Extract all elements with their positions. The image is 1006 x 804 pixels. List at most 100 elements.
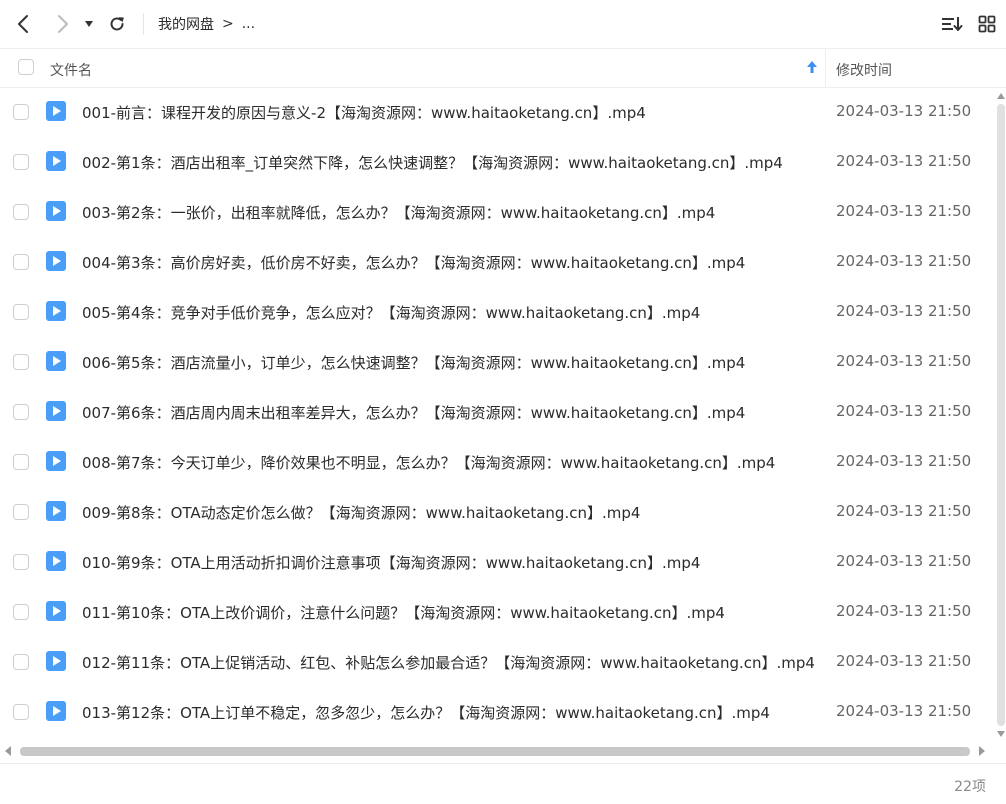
file-name[interactable]: 002-第1条：酒店出租率_订单突然下降，怎么快速调整？【海淘资源网：www.h…	[82, 152, 783, 173]
breadcrumb-root[interactable]: 我的网盘	[158, 14, 214, 34]
column-divider[interactable]	[825, 49, 826, 87]
file-row[interactable]: 004-第3条：高价房好卖，低价房不好卖，怎么办？【海淘资源网：www.hait…	[0, 237, 996, 287]
file-modified-time: 2024-03-13 21:50	[836, 702, 972, 720]
caret-down-icon	[85, 21, 93, 27]
video-file-icon	[46, 251, 66, 271]
sort-list-icon	[942, 17, 963, 31]
file-name[interactable]: 005-第4条：竞争对手低价竞争，怎么应对？【海淘资源网：www.haitaok…	[82, 302, 700, 323]
video-file-icon	[46, 701, 66, 721]
row-checkbox[interactable]	[13, 504, 29, 520]
row-checkbox[interactable]	[13, 354, 29, 370]
file-modified-time: 2024-03-13 21:50	[836, 302, 972, 320]
video-file-icon	[46, 201, 66, 221]
file-modified-time: 2024-03-13 21:50	[836, 652, 972, 670]
file-row[interactable]: 009-第8条：OTA动态定价怎么做？【海淘资源网：www.haitaoketa…	[0, 487, 996, 537]
row-checkbox[interactable]	[13, 554, 29, 570]
row-checkbox[interactable]	[13, 204, 29, 220]
item-count: 22项	[954, 779, 986, 795]
select-all-checkbox[interactable]	[18, 59, 34, 75]
file-modified-time: 2024-03-13 21:50	[836, 552, 972, 570]
file-row[interactable]: 013-第12条：OTA上订单不稳定，忽多忽少，怎么办？【海淘资源网：www.h…	[0, 687, 996, 737]
file-name[interactable]: 004-第3条：高价房好卖，低价房不好卖，怎么办？【海淘资源网：www.hait…	[82, 252, 745, 273]
file-row[interactable]: 002-第1条：酒店出租率_订单突然下降，怎么快速调整？【海淘资源网：www.h…	[0, 137, 996, 187]
back-button[interactable]	[10, 10, 38, 38]
row-checkbox[interactable]	[13, 254, 29, 270]
scroll-up-icon[interactable]	[997, 92, 1005, 100]
file-modified-time: 2024-03-13 21:50	[836, 352, 972, 370]
video-file-icon	[46, 501, 66, 521]
history-dropdown-button[interactable]	[78, 10, 100, 38]
breadcrumb-more[interactable]: ...	[242, 16, 255, 32]
scroll-right-icon[interactable]	[978, 746, 986, 756]
file-row[interactable]: 001-前言：课程开发的原因与意义-2【海淘资源网：www.haitaoketa…	[0, 87, 996, 137]
forward-button[interactable]	[48, 10, 76, 38]
scroll-left-icon[interactable]	[4, 746, 12, 756]
vertical-scroll-thumb[interactable]	[997, 104, 1005, 726]
file-modified-time: 2024-03-13 21:50	[836, 502, 972, 520]
video-file-icon	[46, 301, 66, 321]
toolbar-divider	[143, 13, 144, 35]
video-file-icon	[46, 101, 66, 121]
file-name[interactable]: 012-第11条：OTA上促销活动、红包、补贴怎么参加最合适？【海淘资源网：ww…	[82, 652, 815, 673]
file-row[interactable]: 003-第2条：一张价，出租率就降低，怎么办？【海淘资源网：www.haitao…	[0, 187, 996, 237]
horizontal-scrollbar[interactable]	[0, 742, 1006, 760]
chevron-left-icon	[18, 15, 28, 33]
file-row[interactable]: 011-第10条：OTA上改价调价，注意什么问题？【海淘资源网：www.hait…	[0, 587, 996, 637]
row-checkbox[interactable]	[13, 104, 29, 120]
file-modified-time: 2024-03-13 21:50	[836, 152, 972, 170]
grid-view-icon	[978, 15, 996, 33]
file-modified-time: 2024-03-13 21:50	[836, 202, 972, 220]
sort-button[interactable]	[938, 10, 966, 38]
row-checkbox[interactable]	[13, 454, 29, 470]
file-modified-time: 2024-03-13 21:50	[836, 402, 972, 420]
video-file-icon	[46, 551, 66, 571]
row-checkbox[interactable]	[13, 654, 29, 670]
video-file-icon	[46, 151, 66, 171]
file-name[interactable]: 008-第7条：今天订单少，降价效果也不明显，怎么办？【海淘资源网：www.ha…	[82, 452, 775, 473]
file-row[interactable]: 005-第4条：竞争对手低价竞争，怎么应对？【海淘资源网：www.haitaok…	[0, 287, 996, 337]
status-bar: 22项	[0, 763, 1006, 804]
breadcrumb: 我的网盘 > ...	[158, 14, 255, 34]
file-name[interactable]: 013-第12条：OTA上订单不稳定，忽多忽少，怎么办？【海淘资源网：www.h…	[82, 702, 770, 723]
file-row[interactable]: 007-第6条：酒店周内周末出租率差异大，怎么办？【海淘资源网：www.hait…	[0, 387, 996, 437]
horizontal-scroll-thumb[interactable]	[20, 747, 970, 756]
video-file-icon	[46, 601, 66, 621]
video-file-icon	[46, 451, 66, 471]
breadcrumb-separator: >	[222, 16, 234, 32]
file-name[interactable]: 001-前言：课程开发的原因与意义-2【海淘资源网：www.haitaoketa…	[82, 102, 646, 123]
row-checkbox[interactable]	[13, 604, 29, 620]
file-name[interactable]: 010-第9条：OTA上用活动折扣调价注意事项【海淘资源网：www.haitao…	[82, 552, 700, 573]
file-name[interactable]: 006-第5条：酒店流量小，订单少，怎么快速调整？【海淘资源网：www.hait…	[82, 352, 745, 373]
grid-view-button[interactable]	[973, 10, 1001, 38]
file-row[interactable]: 010-第9条：OTA上用活动折扣调价注意事项【海淘资源网：www.haitao…	[0, 537, 996, 587]
scroll-down-icon[interactable]	[997, 730, 1005, 738]
file-name[interactable]: 009-第8条：OTA动态定价怎么做？【海淘资源网：www.haitaoketa…	[82, 502, 640, 523]
row-checkbox[interactable]	[13, 154, 29, 170]
file-modified-time: 2024-03-13 21:50	[836, 452, 972, 470]
row-checkbox[interactable]	[13, 704, 29, 720]
file-row[interactable]: 006-第5条：酒店流量小，订单少，怎么快速调整？【海淘资源网：www.hait…	[0, 337, 996, 387]
file-modified-time: 2024-03-13 21:50	[836, 602, 972, 620]
arrow-up-icon[interactable]	[806, 60, 818, 74]
file-row[interactable]: 008-第7条：今天订单少，降价效果也不明显，怎么办？【海淘资源网：www.ha…	[0, 437, 996, 487]
column-header-modified[interactable]: 修改时间	[836, 60, 892, 80]
toolbar: 我的网盘 > ...	[0, 0, 1006, 49]
file-name[interactable]: 011-第10条：OTA上改价调价，注意什么问题？【海淘资源网：www.hait…	[82, 602, 725, 623]
file-name[interactable]: 007-第6条：酒店周内周末出租率差异大，怎么办？【海淘资源网：www.hait…	[82, 402, 745, 423]
video-file-icon	[46, 401, 66, 421]
video-file-icon	[46, 651, 66, 671]
file-name[interactable]: 003-第2条：一张价，出租率就降低，怎么办？【海淘资源网：www.haitao…	[82, 202, 715, 223]
file-modified-time: 2024-03-13 21:50	[836, 102, 972, 120]
refresh-icon	[110, 17, 124, 31]
vertical-scrollbar[interactable]	[996, 92, 1006, 742]
file-modified-time: 2024-03-13 21:50	[836, 252, 972, 270]
refresh-button[interactable]	[103, 10, 131, 38]
file-row[interactable]: 012-第11条：OTA上促销活动、红包、补贴怎么参加最合适？【海淘资源网：ww…	[0, 637, 996, 687]
video-file-icon	[46, 351, 66, 371]
row-checkbox[interactable]	[13, 404, 29, 420]
column-header-name[interactable]: 文件名	[50, 60, 92, 80]
row-checkbox[interactable]	[13, 304, 29, 320]
chevron-right-icon	[58, 15, 68, 33]
list-header: 文件名 修改时间	[0, 49, 1006, 88]
file-list: 001-前言：课程开发的原因与意义-2【海淘资源网：www.haitaoketa…	[0, 87, 996, 737]
